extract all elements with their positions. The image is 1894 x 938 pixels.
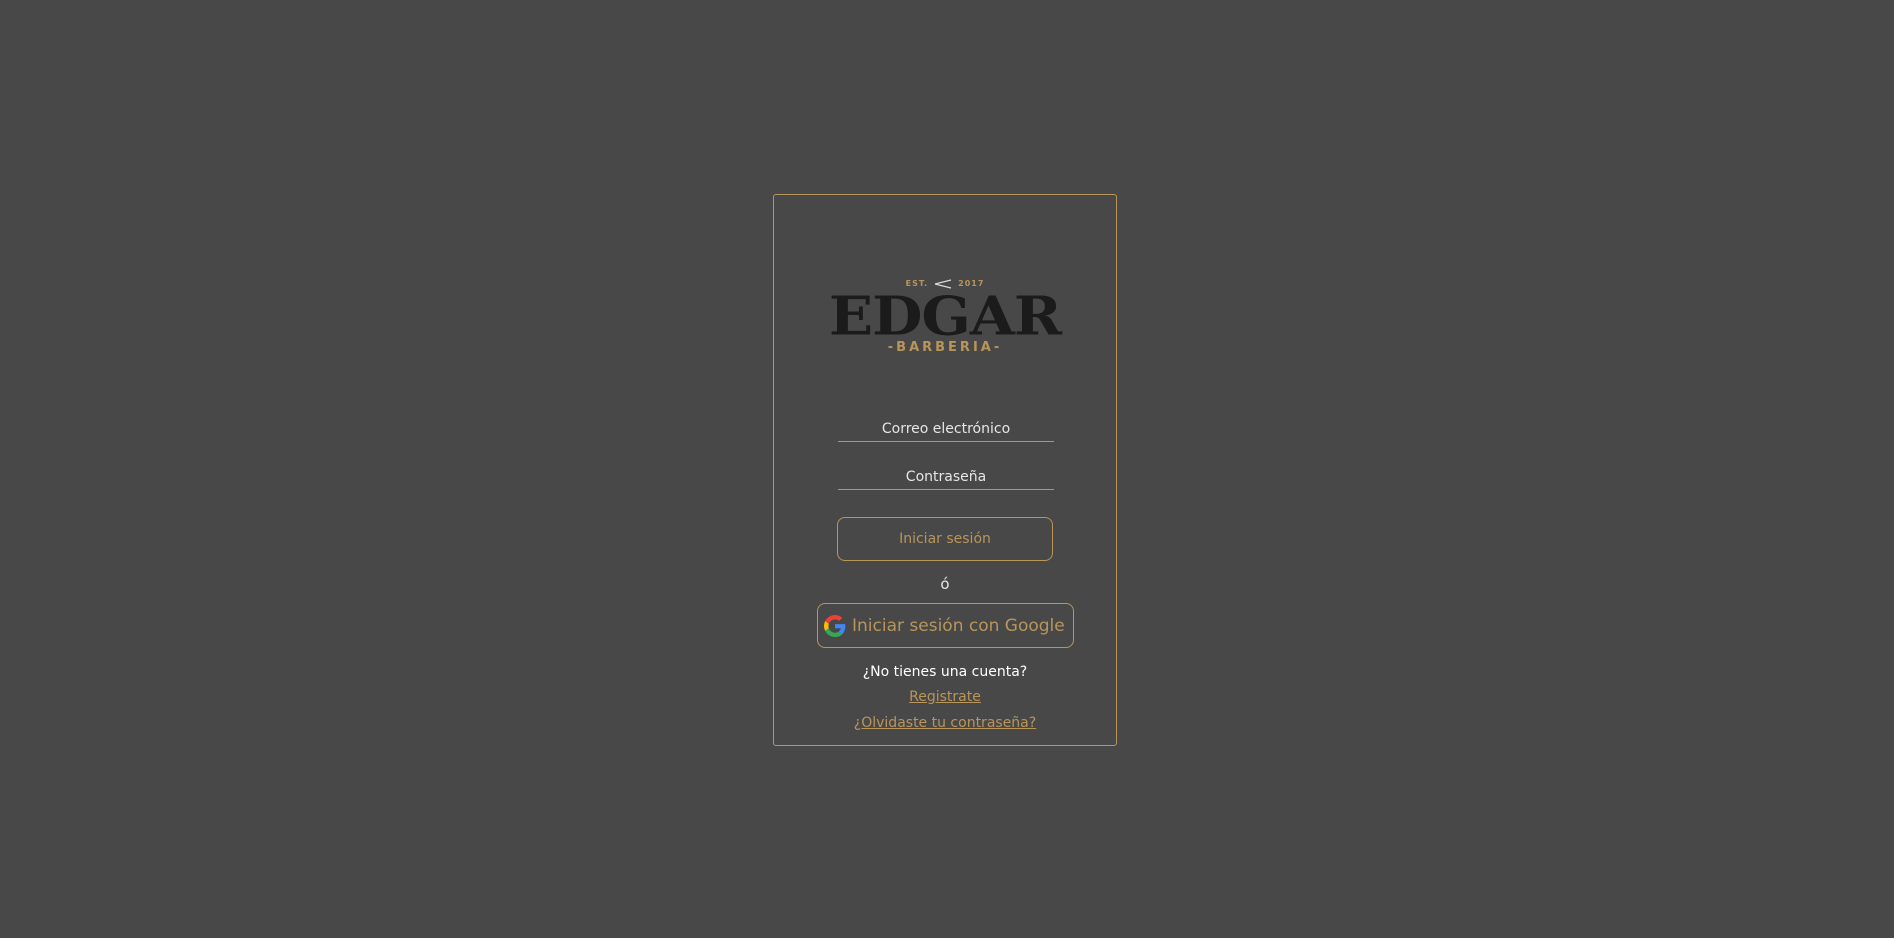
register-link[interactable]: Registrate: [909, 689, 981, 705]
forgot-password-row: ¿Olvidaste tu contraseña?: [774, 715, 1116, 731]
password-field-wrapper: [838, 466, 1054, 490]
forgot-password-link[interactable]: ¿Olvidaste tu contraseña?: [854, 715, 1036, 731]
brand-logo: EST. 2017 EDGAR -BARBERIA-: [774, 271, 1116, 355]
register-link-row: Registrate: [774, 689, 1116, 705]
password-field[interactable]: [838, 466, 1054, 488]
login-button[interactable]: Iniciar sesión: [837, 517, 1053, 561]
google-login-label: Iniciar sesión con Google: [852, 615, 1065, 636]
google-icon: [824, 614, 846, 637]
email-field[interactable]: [838, 418, 1054, 440]
or-divider: ó: [940, 575, 950, 593]
email-field-wrapper: [838, 418, 1054, 442]
no-account-text: ¿No tienes una cuenta?: [862, 664, 1028, 680]
logo-brand-name: EDGAR: [828, 284, 1062, 348]
login-card: EST. 2017 EDGAR -BARBERIA- Iniciar sesió…: [773, 194, 1117, 746]
google-login-button[interactable]: Iniciar sesión con Google: [817, 603, 1074, 648]
